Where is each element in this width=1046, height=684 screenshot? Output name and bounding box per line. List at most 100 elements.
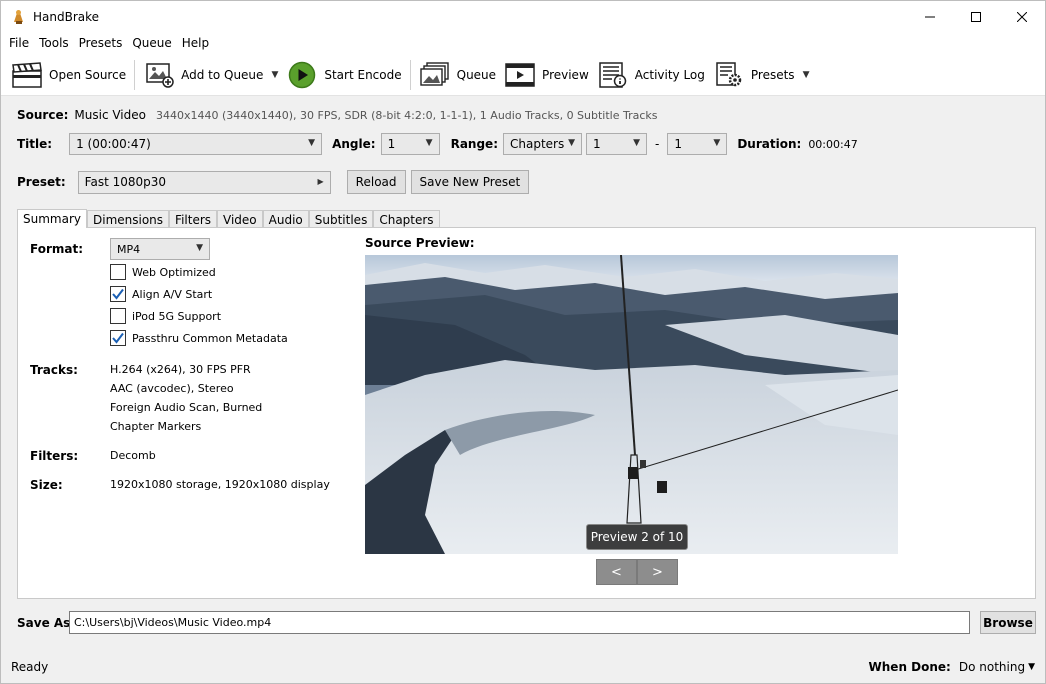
title-label: Title: (17, 137, 53, 151)
preset-row: Preset: Fast 1080p30 ▶ Reload Save New P… (17, 170, 530, 194)
format-select[interactable]: MP4 ▼ (110, 238, 210, 260)
preset-select-value: Fast 1080p30 (84, 175, 167, 189)
chevron-down-icon: ▼ (1028, 662, 1035, 672)
menu-queue[interactable]: Queue (127, 36, 176, 50)
tab-summary[interactable]: Summary (17, 209, 87, 228)
chevron-down-icon: ▼ (713, 138, 721, 148)
source-preview-title: Source Preview: (365, 236, 475, 250)
tab-video[interactable]: Video (217, 210, 263, 228)
tab-chapters[interactable]: Chapters (373, 210, 440, 228)
title-select[interactable]: 1 (00:00:47) ▼ (69, 133, 323, 155)
web-optimized-option[interactable]: Web Optimized (110, 264, 216, 280)
ipod-option[interactable]: iPod 5G Support (110, 308, 221, 324)
maximize-button[interactable] (953, 1, 999, 32)
tab-dimensions[interactable]: Dimensions (87, 210, 170, 228)
track-audio: AAC (avcodec), Stereo (110, 382, 234, 395)
chevron-right-icon: ▶ (317, 176, 324, 186)
summary-panel: Format: MP4 ▼ Web Optimized Align A/V St… (17, 227, 1036, 599)
queue-button[interactable]: Queue (415, 57, 500, 93)
close-button[interactable] (999, 1, 1045, 32)
format-select-value: MP4 (117, 242, 141, 256)
open-source-label: Open Source (49, 67, 127, 82)
clapperboard-icon (11, 61, 43, 89)
queue-label: Queue (456, 67, 497, 82)
presets-button[interactable]: Presets ▼ (709, 57, 814, 93)
tracks-label: Tracks: (30, 363, 78, 377)
source-label: Source: (17, 108, 69, 122)
filters-value: Decomb (110, 449, 156, 462)
start-encode-button[interactable]: Start Encode (282, 57, 405, 93)
menu-presets[interactable]: Presets (74, 36, 128, 50)
size-label: Size: (30, 478, 63, 492)
source-row: Source: Music Video 3440x1440 (3440x1440… (17, 107, 658, 123)
browse-button[interactable]: Browse (980, 611, 1036, 634)
title-bar: HandBrake (1, 1, 1045, 32)
checkmark-icon (112, 288, 124, 300)
title-row: Title: 1 (00:00:47) ▼ Angle: 1 ▼ Range: … (17, 133, 858, 155)
menu-bar: File Tools Presets Queue Help (1, 32, 1045, 54)
format-label: Format: (30, 242, 84, 256)
angle-select[interactable]: 1 ▼ (380, 133, 440, 155)
tab-audio[interactable]: Audio (262, 210, 309, 228)
toolbar: Open Source Add to Queue ▼ Start Encode … (1, 54, 1045, 96)
close-icon (1017, 11, 1027, 22)
preview-prev-button[interactable]: < (596, 559, 637, 585)
tab-filters[interactable]: Filters (169, 210, 218, 228)
range-label: Range: (450, 137, 498, 151)
chevron-down-icon: ▼ (196, 243, 203, 253)
tab-subtitles[interactable]: Subtitles (308, 210, 374, 228)
when-done-label: When Done: (868, 660, 951, 674)
reload-button[interactable]: Reload (346, 170, 406, 194)
activity-log-label: Activity Log (634, 67, 705, 82)
preview-button[interactable]: Preview (500, 57, 593, 93)
range-start-select[interactable]: 1 ▼ (586, 133, 647, 155)
save-new-preset-button[interactable]: Save New Preset (410, 170, 530, 194)
film-preview-icon (504, 61, 536, 89)
align-av-option[interactable]: Align A/V Start (110, 286, 212, 302)
preset-select[interactable]: Fast 1080p30 ▶ (77, 170, 331, 194)
preset-label: Preset: (17, 175, 66, 189)
passthru-metadata-label: Passthru Common Metadata (132, 331, 288, 345)
toolbar-separator (134, 59, 136, 90)
range-start-value: 1 (593, 137, 601, 151)
presets-dropdown-icon[interactable]: ▼ (803, 70, 810, 80)
source-details: 3440x1440 (3440x1440), 30 FPS, SDR (8-bi… (155, 108, 658, 122)
track-subtitle: Foreign Audio Scan, Burned (110, 401, 263, 414)
range-end-select[interactable]: 1 ▼ (667, 133, 728, 155)
size-value: 1920x1080 storage, 1920x1080 display (110, 478, 330, 491)
menu-help[interactable]: Help (177, 36, 214, 50)
save-as-label: Save As: (17, 616, 76, 630)
status-text: Ready (11, 660, 49, 674)
add-to-queue-label: Add to Queue (181, 67, 264, 82)
open-source-button[interactable]: Open Source (7, 57, 130, 93)
track-chapters: Chapter Markers (110, 420, 202, 433)
filters-label: Filters: (30, 449, 79, 463)
web-optimized-checkbox[interactable] (110, 264, 126, 280)
ipod-checkbox[interactable] (110, 308, 126, 324)
start-encode-label: Start Encode (324, 67, 402, 82)
passthru-metadata-checkbox[interactable] (110, 330, 126, 346)
save-as-path-input[interactable]: C:\Users\bj\Videos\Music Video.mp4 (69, 611, 970, 634)
add-to-queue-dropdown-icon[interactable]: ▼ (271, 70, 278, 80)
passthru-metadata-option[interactable]: Passthru Common Metadata (110, 330, 288, 346)
add-to-queue-button[interactable]: Add to Queue ▼ (139, 57, 282, 93)
align-av-checkbox[interactable] (110, 286, 126, 302)
handbrake-logo-icon (11, 9, 27, 25)
when-done-value: Do nothing (958, 660, 1026, 674)
preview-label: Preview (542, 67, 589, 82)
save-as-path-value: C:\Users\bj\Videos\Music Video.mp4 (74, 616, 272, 629)
range-type-select[interactable]: Chapters ▼ (503, 133, 582, 155)
when-done-select[interactable]: Do nothing ▼ (959, 660, 1035, 674)
menu-file[interactable]: File (4, 36, 34, 50)
ipod-label: iPod 5G Support (132, 309, 222, 323)
preview-next-button[interactable]: > (637, 559, 678, 585)
minimize-button[interactable] (907, 1, 953, 32)
menu-tools[interactable]: Tools (34, 36, 74, 50)
angle-select-value: 1 (387, 137, 396, 151)
range-end-value: 1 (674, 137, 682, 151)
activity-log-button[interactable]: Activity Log (593, 57, 709, 93)
source-preview-image (365, 255, 898, 554)
range-type-value: Chapters (510, 137, 565, 151)
window-controls (907, 1, 1045, 32)
align-av-label: Align A/V Start (132, 287, 213, 301)
